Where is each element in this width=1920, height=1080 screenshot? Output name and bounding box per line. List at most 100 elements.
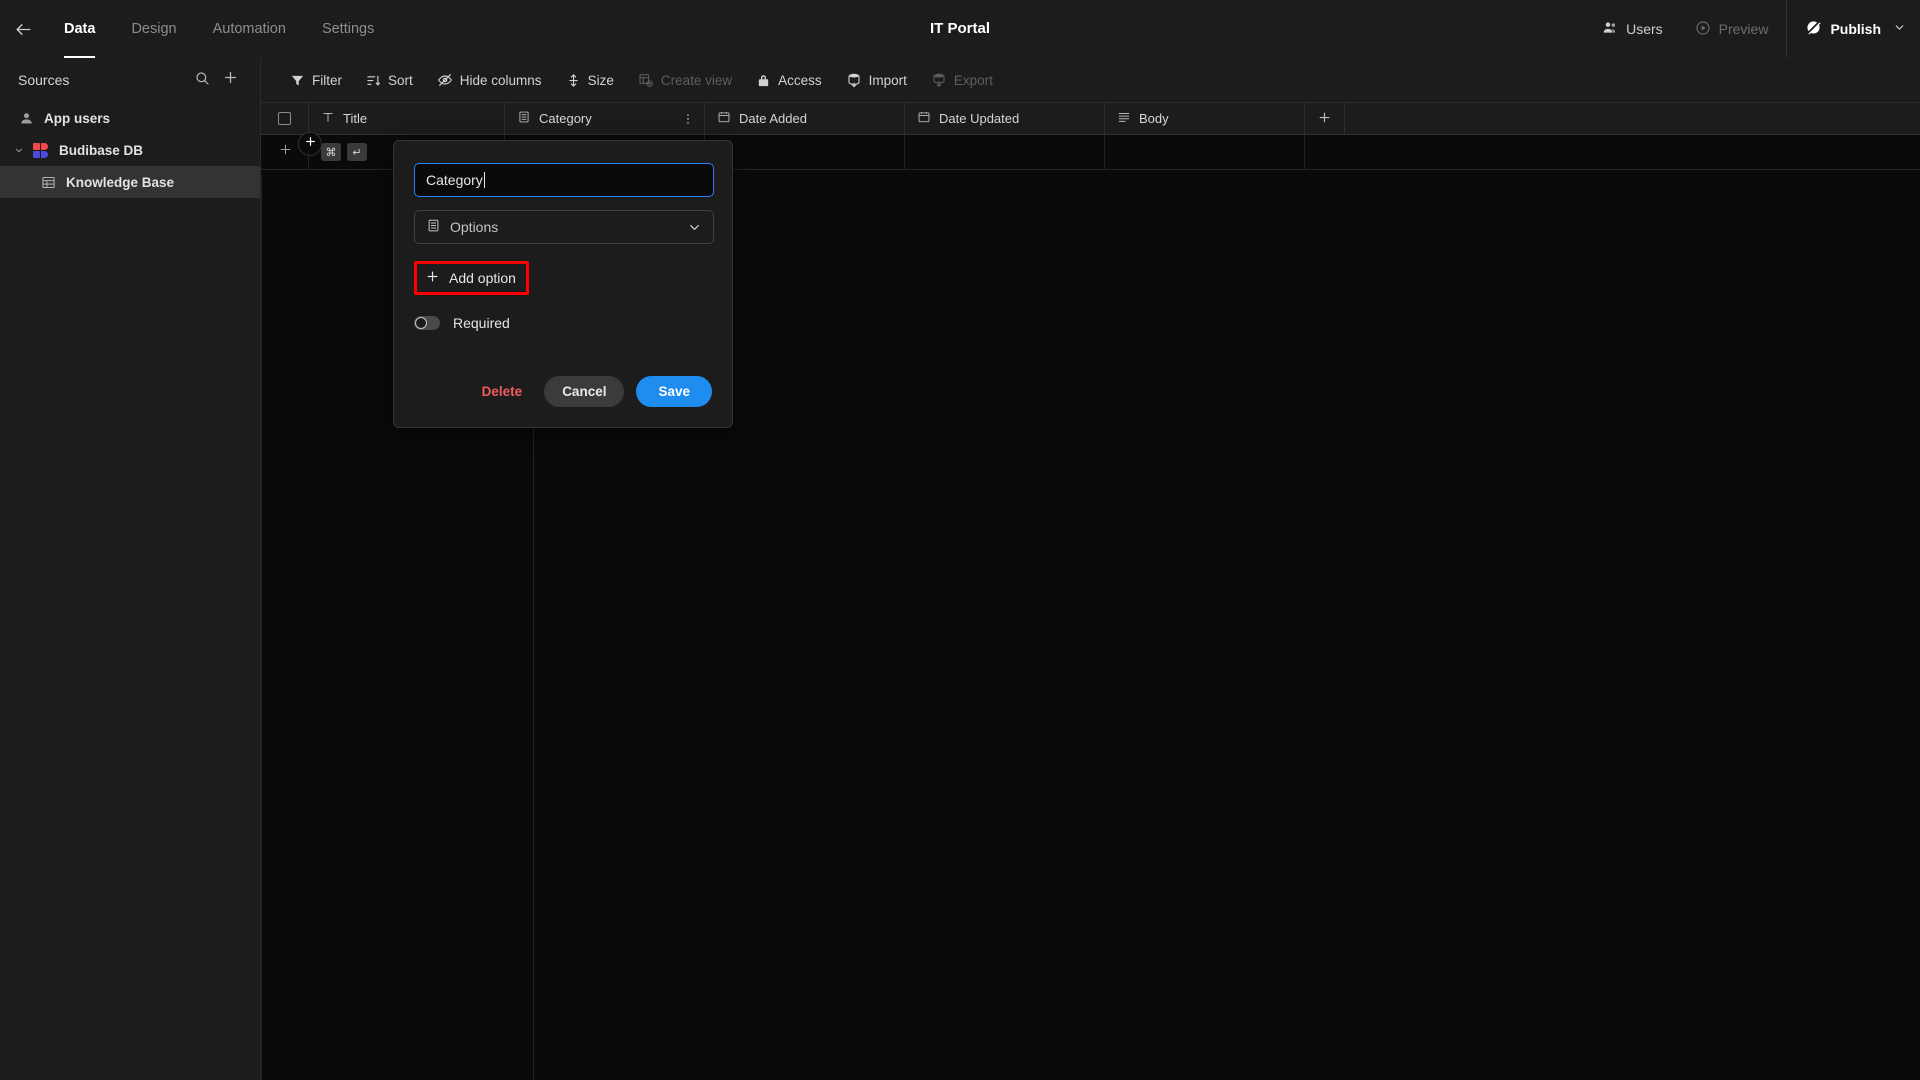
back-button[interactable] [0, 0, 46, 58]
tab-data-label: Data [64, 21, 96, 37]
tab-settings[interactable]: Settings [304, 0, 392, 58]
eye-slash-icon [437, 72, 453, 88]
plus-icon [222, 69, 239, 91]
column-header-category-label: Category [539, 111, 592, 126]
preview-button[interactable]: Preview [1679, 0, 1785, 58]
more-vertical-icon[interactable] [681, 112, 695, 126]
sources-title: Sources [18, 72, 70, 88]
plus-icon [1317, 110, 1332, 128]
sort-icon [366, 73, 381, 88]
sidebar-item-knowledge-base[interactable]: Knowledge Base [0, 166, 260, 198]
sidebar-item-app-users[interactable]: App users [0, 102, 260, 134]
checkbox-icon [278, 112, 291, 125]
calendar-icon [717, 110, 731, 127]
users-button[interactable]: Users [1586, 0, 1679, 58]
sidebar-item-budibase-db[interactable]: Budibase DB [0, 134, 260, 166]
access-label: Access [778, 72, 822, 88]
search-sources-button[interactable] [188, 66, 216, 94]
insert-column-button[interactable] [298, 132, 322, 156]
new-row-cell-date-added[interactable] [705, 135, 905, 169]
publish-label: Publish [1830, 21, 1881, 37]
add-option-highlight: Add option [414, 261, 529, 295]
size-label: Size [587, 72, 614, 88]
publish-button[interactable]: Publish [1789, 0, 1920, 58]
hide-columns-button[interactable]: Hide columns [425, 58, 554, 102]
grid-header-row: Title Category Date Added Date Updated B… [261, 102, 1920, 135]
sort-button[interactable]: Sort [354, 58, 425, 102]
import-icon [846, 72, 862, 88]
sort-label: Sort [388, 72, 413, 88]
add-option-button[interactable]: Add option [417, 264, 526, 292]
create-view-icon [638, 72, 654, 88]
header-actions: Users Preview Publish [1586, 0, 1920, 58]
size-button[interactable]: Size [554, 58, 626, 102]
plus-icon [304, 135, 317, 153]
main-nav-tabs: Data Design Automation Settings [46, 0, 392, 58]
import-label: Import [868, 72, 907, 88]
app-header: Data Design Automation Settings IT Porta… [0, 0, 1920, 58]
access-button[interactable]: Access [744, 58, 834, 102]
budibase-logo-icon [33, 142, 50, 158]
create-view-label: Create view [660, 72, 733, 88]
delete-button[interactable]: Delete [472, 376, 533, 407]
enter-key-chip: ↵ [347, 143, 367, 161]
tab-automation[interactable]: Automation [195, 0, 304, 58]
sidebar-item-knowledge-base-label: Knowledge Base [66, 174, 175, 190]
add-option-label: Add option [449, 270, 516, 286]
export-button[interactable]: Export [919, 58, 1005, 102]
column-type-value: Options [450, 219, 499, 235]
header-divider [1786, 0, 1788, 58]
play-circle-icon [1695, 20, 1711, 39]
text-cursor [483, 172, 485, 188]
required-toggle[interactable] [414, 316, 440, 330]
column-header-date-added-label: Date Added [739, 111, 807, 126]
chevron-down-icon [687, 220, 702, 235]
globe-slash-icon [1805, 19, 1822, 39]
column-header-title[interactable]: Title [309, 103, 505, 134]
new-row-cell-date-updated[interactable] [905, 135, 1105, 169]
arrow-left-icon [14, 20, 33, 39]
import-button[interactable]: Import [834, 58, 919, 102]
chevron-down-icon[interactable] [14, 145, 24, 156]
tab-design-label: Design [131, 21, 177, 37]
plus-icon [278, 142, 293, 162]
cmd-key-chip: ⌘ [321, 143, 341, 161]
create-view-button[interactable]: Create view [626, 58, 744, 102]
grid-toolbar: Filter Sort Hide columns Size Create vie… [261, 58, 1920, 102]
new-row-cell-body[interactable] [1105, 135, 1305, 169]
users-icon [1602, 20, 1618, 39]
export-label: Export [953, 72, 993, 88]
text-icon [321, 110, 335, 127]
users-label: Users [1626, 21, 1663, 37]
column-header-category[interactable]: Category [505, 103, 705, 134]
column-name-value: Category [426, 172, 483, 188]
grid-left-divider [261, 175, 262, 1080]
sidebar-item-app-users-label: App users [44, 110, 111, 126]
tab-design[interactable]: Design [113, 0, 194, 58]
options-icon [517, 110, 531, 127]
save-button[interactable]: Save [636, 376, 712, 407]
select-all-checkbox[interactable] [261, 103, 309, 134]
sidebar-item-budibase-db-label: Budibase DB [59, 142, 144, 158]
column-header-body-label: Body [1139, 111, 1169, 126]
height-icon [566, 73, 581, 88]
column-header-date-updated[interactable]: Date Updated [905, 103, 1105, 134]
filter-button[interactable]: Filter [278, 58, 354, 102]
required-row: Required [414, 315, 712, 331]
plus-icon [425, 269, 440, 287]
column-name-input[interactable]: Category [414, 163, 714, 197]
column-header-date-added[interactable]: Date Added [705, 103, 905, 134]
column-header-body[interactable]: Body [1105, 103, 1305, 134]
export-icon [931, 72, 947, 88]
chevron-down-icon [1893, 21, 1906, 37]
cancel-button[interactable]: Cancel [544, 376, 625, 407]
toggle-knob [415, 317, 427, 329]
search-icon [194, 70, 210, 91]
tab-settings-label: Settings [321, 21, 375, 37]
calendar-icon [917, 110, 931, 127]
column-header-date-updated-label: Date Updated [939, 111, 1020, 126]
add-column-button[interactable] [1305, 103, 1345, 134]
column-type-select[interactable]: Options [414, 210, 714, 244]
add-source-button[interactable] [216, 66, 244, 94]
tab-data[interactable]: Data [46, 0, 113, 58]
